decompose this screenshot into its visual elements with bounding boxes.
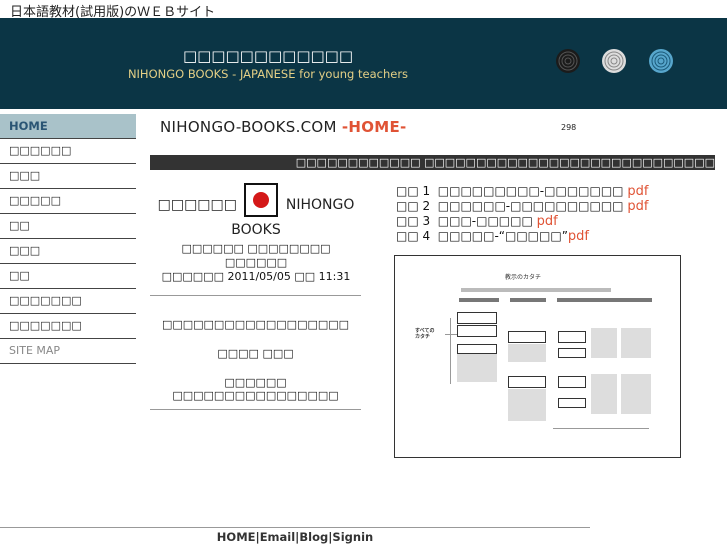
preview-column-header <box>459 298 499 302</box>
logo-suffix: NIHONGO <box>285 197 355 213</box>
pdf-link-number: □□ 1 <box>396 184 431 198</box>
preview-node <box>558 348 586 358</box>
hinomaru-logo-icon <box>244 183 279 217</box>
meta-time-prefix: □□ <box>294 270 316 283</box>
intro-paragraph-1: □□□□□□□□□□□□□□□□□□ <box>161 318 350 331</box>
sidebar-item-6[interactable]: □□□ <box>0 239 136 264</box>
pdf-link-suffix[interactable]: pdf <box>537 214 558 229</box>
ring-icon-dark[interactable] <box>555 48 581 74</box>
preview-connector <box>450 318 451 384</box>
document-preview-image[interactable]: 教示のカタチ すべての カタチ <box>394 255 681 458</box>
preview-footnote-line <box>553 428 649 429</box>
preview-left-label: すべての カタチ <box>415 328 435 340</box>
sidebar-item-2[interactable]: □□□□□□ <box>0 139 136 164</box>
divider-top <box>150 295 361 296</box>
footer-divider <box>0 527 590 528</box>
sidebar-item-site-map[interactable]: SITE MAP <box>0 339 136 364</box>
page-heading: NIHONGO-BOOKS.COM -HOME- <box>160 118 407 136</box>
preview-connector <box>445 334 457 335</box>
footer-links[interactable]: HOME|Email|Blog|Signin <box>0 530 590 544</box>
header-banner: □□□□□□□□□□□□ NIHONGO BOOKS - JAPANESE fo… <box>0 18 727 109</box>
preview-text-block <box>621 374 651 414</box>
preview-node <box>558 398 586 408</box>
pdf-link-title: □□□-□□□□□ <box>437 214 533 228</box>
pdf-link-1[interactable]: □□ 1 □□□□□□□□□-□□□□□□□ pdf <box>396 184 648 199</box>
pdf-link-list: □□ 1 □□□□□□□□□-□□□□□□□ pdf □□ 2 □□□□□□-□… <box>396 184 648 244</box>
meta-line: □□□□□□ □□□□□□□□ □□□□□□ <box>181 242 331 269</box>
preview-node <box>457 344 497 354</box>
preview-node <box>457 312 497 324</box>
visit-counter: 298 <box>561 123 577 132</box>
meta-updated: □□□□□□ 2011/05/05 □□ 11:31 <box>150 270 362 284</box>
pdf-link-suffix[interactable]: pdf <box>627 184 648 199</box>
sidebar-item-9[interactable]: □□□□□□□ <box>0 314 136 339</box>
preview-node <box>558 376 586 388</box>
pdf-link-suffix[interactable]: pdf <box>627 199 648 214</box>
ring-icon-light[interactable] <box>601 48 627 74</box>
pdf-link-suffix[interactable]: pdf <box>568 229 589 244</box>
sidebar-nav: HOME □□□□□□ □□□ □□□□□ □□ □□□ □□ □□□□□□□ … <box>0 114 136 364</box>
pdf-link-title: □□□□□□□□□-□□□□□□□ <box>437 184 624 198</box>
pdf-link-title: □□□□□□-□□□□□□□□□□ <box>437 199 624 213</box>
preview-text-block <box>591 328 617 358</box>
intro-paragraph-2: □□□□ □□□ <box>217 347 294 360</box>
preview-text-block <box>508 344 546 362</box>
preview-text-block <box>457 354 497 382</box>
logo-block: □□□□□□ NIHONGO BOOKS □□□□□□ □□□□□□□□ □□□… <box>150 183 362 284</box>
logo-books: BOOKS <box>231 222 281 238</box>
divider-bottom <box>150 409 361 410</box>
sidebar-item-8[interactable]: □□□□□□□ <box>0 289 136 314</box>
preview-text-block <box>621 328 651 358</box>
preview-node <box>558 331 586 343</box>
sidebar-item-home[interactable]: HOME <box>0 114 136 139</box>
pdf-link-4[interactable]: □□ 4 □□□□□-“□□□□□”pdf <box>396 229 648 244</box>
banner-subtitle: NIHONGO BOOKS - JAPANESE for young teach… <box>127 67 409 81</box>
pdf-link-3[interactable]: □□ 3 □□□-□□□□□ pdf <box>396 214 648 229</box>
pdf-link-number: □□ 4 <box>396 229 431 243</box>
preview-node <box>508 331 546 343</box>
pdf-link-number: □□ 3 <box>396 214 431 228</box>
logo-prefix: □□□□□□ <box>157 197 237 213</box>
preview-node <box>457 325 497 337</box>
preview-column-header <box>557 298 652 302</box>
marquee-bar: □□□□□□□□□□□□ □□□□□□□□□□□□□□□□□□□□□□□□□□□… <box>150 155 715 170</box>
sidebar-item-7[interactable]: □□ <box>0 264 136 289</box>
preview-column-header <box>510 298 546 302</box>
sidebar-item-4[interactable]: □□□□□ <box>0 189 136 214</box>
ring-icon-blue[interactable] <box>648 48 674 74</box>
banner-title: □□□□□□□□□□□□ <box>182 47 354 65</box>
preview-subtitle-line <box>461 288 611 292</box>
meta-date: 2011/05/05 <box>227 270 291 283</box>
pdf-link-number: □□ 2 <box>396 199 431 213</box>
pdf-link-2[interactable]: □□ 2 □□□□□□-□□□□□□□□□□ pdf <box>396 199 648 214</box>
preview-title: 教示のカタチ <box>505 274 542 281</box>
preview-text-block <box>508 389 546 421</box>
marquee-text: □□□□□□□□□□□□ □□□□□□□□□□□□□□□□□□□□□□□□□□□… <box>295 156 715 169</box>
pdf-link-title: □□□□□-“□□□□□” <box>437 229 568 243</box>
heading-site-name: NIHONGO-BOOKS.COM <box>160 118 342 136</box>
sidebar-item-5[interactable]: □□ <box>0 214 136 239</box>
sidebar-item-3[interactable]: □□□ <box>0 164 136 189</box>
site-top-title-bar: 日本語教材(試用版)のＷＥＢサイト <box>0 0 727 20</box>
preview-text-block <box>591 374 617 414</box>
intro-paragraph-3: □□□□□□ □□□□□□□□□□□□□□□□ <box>172 376 339 402</box>
preview-node <box>508 376 546 388</box>
heading-page-name: -HOME- <box>341 118 407 136</box>
meta-time: 11:31 <box>318 270 351 283</box>
meta-date-prefix: □□□□□□ <box>161 270 224 283</box>
